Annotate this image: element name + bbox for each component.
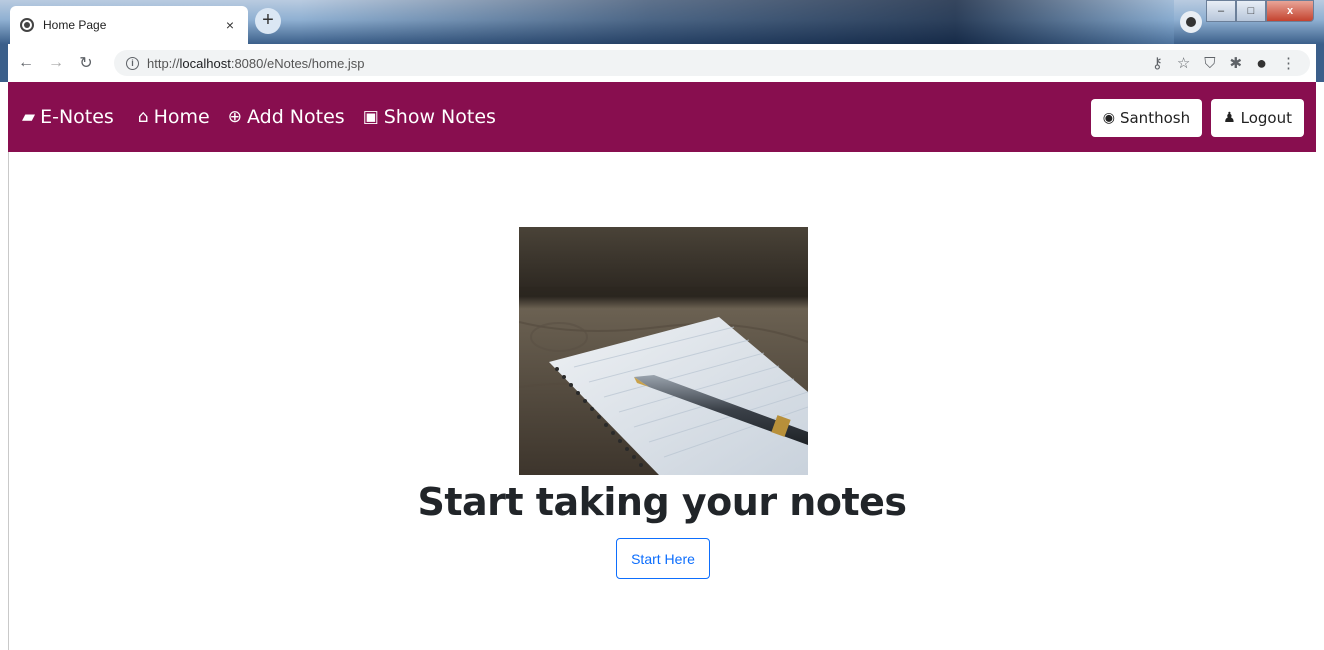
nav-show-notes-label: Show Notes — [383, 106, 496, 128]
app-navbar: ▰ E-Notes ⌂ Home ⊕ Add Notes ▣ Show Note… — [8, 82, 1316, 152]
logout-button[interactable]: ♟ Logout — [1211, 99, 1304, 137]
nav-show-notes[interactable]: ▣ Show Notes — [363, 106, 496, 128]
nav-add-notes-label: Add Notes — [246, 106, 345, 128]
forward-arrow-icon[interactable]: → — [44, 54, 68, 72]
user-circle-icon: ◉ — [1102, 110, 1115, 126]
nav-home[interactable]: ⌂ Home — [138, 106, 210, 128]
reload-icon[interactable]: ↻ — [74, 53, 98, 73]
info-icon[interactable]: i — [126, 56, 139, 70]
navbar-user-actions: ◉ Santhosh ♟ Logout — [1090, 99, 1304, 137]
browser-tab[interactable]: Home Page × — [10, 6, 248, 44]
user-plus-icon: ♟ — [1223, 110, 1236, 126]
tab-title: Home Page — [43, 18, 107, 32]
logout-button-label: Logout — [1240, 109, 1292, 127]
new-tab-button[interactable]: + — [255, 8, 281, 34]
plus-circle-icon: ⊕ — [227, 107, 242, 127]
minimize-button[interactable]: – — [1206, 0, 1236, 22]
extensions-puzzle-icon[interactable]: ✱ — [1230, 54, 1243, 72]
notebook-pen-image — [519, 227, 808, 475]
user-button-label: Santhosh — [1119, 109, 1191, 127]
page-title: Start taking your notes — [417, 480, 907, 524]
browser-account-icon[interactable] — [1180, 11, 1202, 33]
page-left-border — [8, 152, 9, 650]
window-controls: – □ x — [1206, 0, 1314, 22]
home-icon: ⌂ — [137, 107, 149, 127]
start-here-button[interactable]: Start Here — [616, 538, 710, 579]
shield-extension-icon[interactable]: ⛉ — [1204, 55, 1215, 72]
nav-home-label: Home — [153, 106, 210, 128]
back-arrow-icon[interactable]: ← — [14, 54, 38, 72]
url-text: http://localhost:8080/eNotes/home.jsp — [147, 55, 365, 71]
tab-close-icon[interactable]: × — [222, 17, 238, 33]
menu-kebab-icon[interactable]: ⋮ — [1281, 54, 1296, 72]
star-icon[interactable]: ☆ — [1177, 54, 1190, 72]
nav-add-notes[interactable]: ⊕ Add Notes — [228, 106, 345, 128]
browser-toolbar: ← → ↻ i http://localhost:8080/eNotes/hom… — [0, 44, 1324, 82]
profile-icon[interactable]: ● — [1256, 53, 1267, 74]
window-close-button[interactable]: x — [1266, 0, 1314, 22]
user-button[interactable]: ◉ Santhosh — [1090, 99, 1203, 137]
maximize-button[interactable]: □ — [1236, 0, 1266, 22]
key-icon[interactable]: ⚷ — [1152, 54, 1163, 72]
book-icon: ▰ — [22, 107, 36, 127]
globe-icon — [20, 18, 34, 32]
address-book-icon: ▣ — [362, 107, 379, 127]
brand-link[interactable]: ▰ E-Notes — [22, 106, 114, 128]
address-bar[interactable]: i http://localhost:8080/eNotes/home.jsp … — [114, 50, 1310, 76]
brand-label: E-Notes — [40, 106, 114, 128]
